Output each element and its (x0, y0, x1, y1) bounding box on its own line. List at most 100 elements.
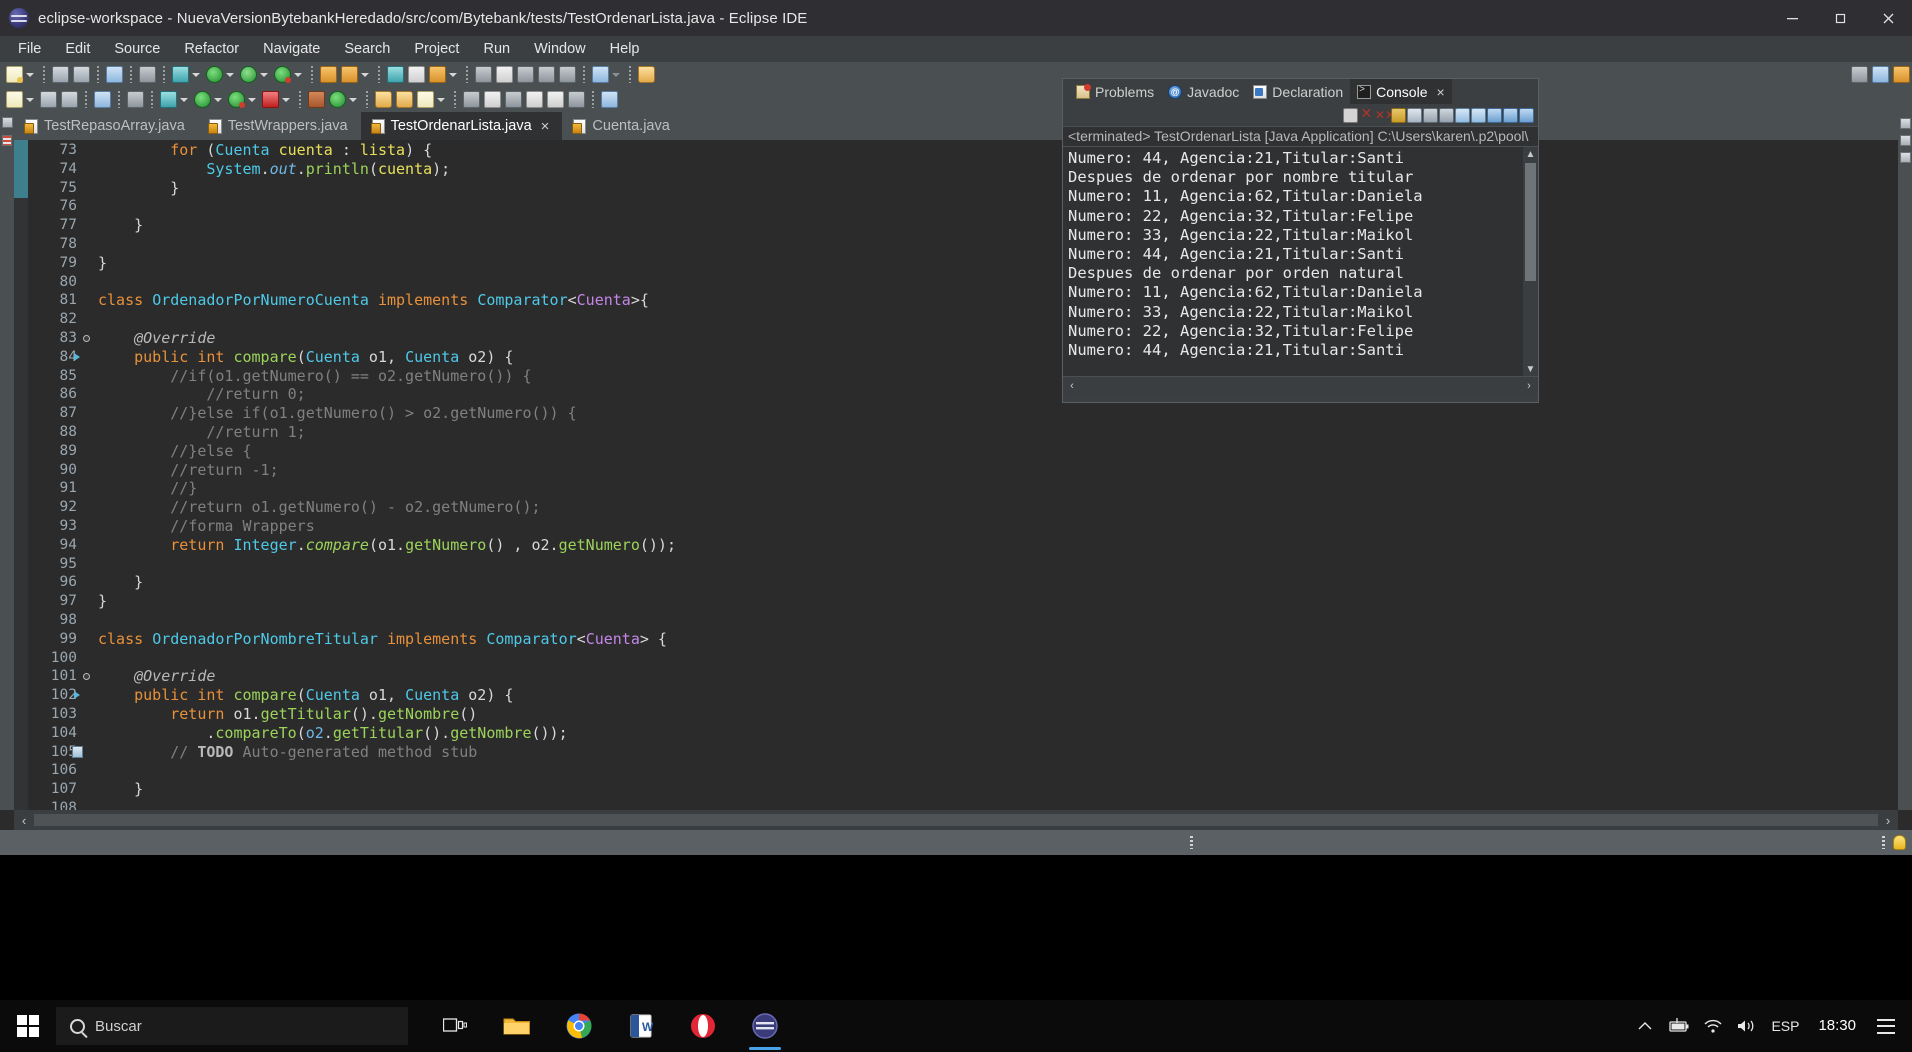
cloud-icon[interactable] (484, 91, 501, 108)
toolbar-new-annotation[interactable] (339, 64, 373, 86)
open-type-icon[interactable] (387, 66, 404, 83)
print-icon[interactable] (106, 66, 123, 83)
menu-help[interactable]: Help (598, 38, 652, 60)
console-output-area[interactable]: Numero: 44, Agencia:21,Titular:Santi Desp… (1063, 146, 1538, 376)
toolbar-edit[interactable] (427, 64, 461, 86)
console-vertical-scrollbar[interactable]: ▲ ▼ (1523, 147, 1538, 376)
word-wrap-icon[interactable] (1423, 107, 1438, 123)
save-all-icon[interactable] (73, 66, 90, 83)
menu-run[interactable]: Run (471, 38, 522, 60)
perspective-icon[interactable] (601, 91, 618, 108)
toolbar2-new-file[interactable] (4, 89, 38, 111)
editor-tab-testrepasoarray[interactable]: TestRepasoArray.java (14, 112, 198, 140)
chevron-down-icon[interactable] (437, 97, 445, 102)
close-icon[interactable]: × (541, 119, 550, 134)
toolbar2-terminate[interactable] (260, 89, 294, 111)
chevron-down-icon[interactable] (226, 72, 234, 77)
toolbar2-external-tools[interactable] (226, 89, 260, 111)
print-doc-icon[interactable] (94, 91, 111, 108)
scroll-left-button[interactable]: ‹ (14, 810, 34, 830)
editor-tab-testordenarlista[interactable]: TestOrdenarLista.java × (360, 112, 563, 140)
scroll-lock-icon[interactable] (1407, 107, 1422, 123)
previous-annotation-icon[interactable] (517, 66, 534, 83)
close-icon[interactable]: × (1437, 84, 1445, 100)
link-icon[interactable] (505, 91, 522, 108)
save-icon[interactable] (52, 66, 69, 83)
view-tab-declaration[interactable]: Declaration (1246, 79, 1350, 104)
menu-file[interactable]: File (6, 38, 53, 60)
menu-refactor[interactable]: Refactor (172, 38, 251, 60)
chevron-down-icon[interactable] (349, 97, 357, 102)
chevron-down-icon[interactable] (294, 72, 302, 77)
remove-all-terminated-icon[interactable]: ✕✕ (1375, 108, 1395, 123)
taskbar-search-box[interactable]: Buscar (56, 1007, 408, 1045)
toolbar-coverage[interactable] (272, 64, 306, 86)
scroll-left-button[interactable]: ‹ (1065, 380, 1079, 392)
network-icon[interactable] (1696, 1000, 1730, 1052)
java-perspective-icon[interactable] (1893, 66, 1910, 83)
toolbar2-edit-pencil[interactable] (415, 89, 449, 111)
save-all-doc-icon[interactable] (61, 91, 78, 108)
menu-window[interactable]: Window (522, 38, 598, 60)
menu-search[interactable]: Search (332, 38, 402, 60)
taskbar-chrome-button[interactable] (548, 1000, 610, 1052)
toolbar-run[interactable] (204, 64, 238, 86)
view-tab-javadoc[interactable]: @ Javadoc (1161, 79, 1246, 104)
skip-breakpoints-icon[interactable] (475, 66, 492, 83)
scrollbar-thumb[interactable] (34, 814, 1878, 826)
menu-project[interactable]: Project (402, 38, 471, 60)
save-doc-icon[interactable] (40, 91, 57, 108)
chevron-down-icon[interactable] (361, 72, 369, 77)
toolbar2-debug[interactable] (158, 89, 192, 111)
chevron-down-icon[interactable] (248, 97, 256, 102)
taskbar-clock[interactable]: 18:30 (1806, 1017, 1868, 1035)
scroll-right-button[interactable]: › (1878, 810, 1898, 830)
chevron-down-icon[interactable] (26, 72, 34, 77)
next-annotation-icon[interactable] (496, 66, 513, 83)
show-hidden-icons-icon[interactable] (1628, 1000, 1662, 1052)
maximize-icon[interactable] (1519, 107, 1534, 123)
display-selected-console-icon[interactable] (1455, 107, 1470, 123)
status-drag-handle[interactable] (1190, 836, 1193, 849)
task-list-icon[interactable] (1899, 135, 1911, 146)
new-class-icon[interactable] (320, 66, 337, 83)
chevron-down-icon[interactable] (214, 97, 222, 102)
skip-all-breakpoints-icon[interactable] (463, 91, 480, 108)
toolbar2-run[interactable] (192, 89, 226, 111)
pin-console-icon[interactable] (1439, 107, 1454, 123)
start-button[interactable] (0, 1000, 56, 1052)
clear-console-icon[interactable] (1391, 107, 1406, 123)
menu-source[interactable]: Source (102, 38, 172, 60)
remove-launch-icon[interactable]: ✕ (1359, 107, 1374, 123)
minimize-icon[interactable] (1503, 107, 1518, 123)
chevron-down-icon[interactable] (282, 97, 290, 102)
chevron-down-icon[interactable] (612, 72, 620, 77)
taskbar-word-button[interactable]: W (610, 1000, 672, 1052)
open-perspective-icon[interactable] (1872, 66, 1889, 83)
last-edit-location-icon[interactable] (538, 66, 555, 83)
battery-icon[interactable] (1662, 1000, 1696, 1052)
notifications-button[interactable] (1868, 1000, 1904, 1052)
scrollbar-thumb[interactable] (1525, 163, 1536, 281)
code-content[interactable]: 73 for (Cuenta cuenta : lista) {74 Syste… (28, 140, 1912, 810)
editor-tab-testwrappers[interactable]: TestWrappers.java (197, 112, 361, 140)
toolbar2-refresh[interactable] (327, 89, 361, 111)
toolbar-forward[interactable] (590, 64, 624, 86)
outline-view-icon[interactable] (1899, 118, 1911, 129)
terminate-icon[interactable] (1343, 107, 1358, 123)
taskbar-task-view-button[interactable] (424, 1000, 486, 1052)
search-icon[interactable] (1851, 66, 1868, 83)
editor-annotation-ruler[interactable] (14, 140, 28, 810)
console-horizontal-scrollbar[interactable]: ‹ › (1063, 376, 1538, 394)
open-folder2-icon[interactable] (396, 91, 413, 108)
status-drag-handle[interactable] (1882, 836, 1885, 849)
view-tab-problems[interactable]: Problems (1069, 79, 1161, 104)
volume-icon[interactable] (1730, 1000, 1764, 1052)
view-tab-console[interactable]: Console × (1350, 79, 1452, 104)
minimize-button[interactable] (1768, 0, 1816, 36)
taskbar-file-explorer-button[interactable] (486, 1000, 548, 1052)
chevron-down-icon[interactable] (180, 97, 188, 102)
close-button[interactable] (1864, 0, 1912, 36)
new-java-project-icon[interactable] (139, 66, 156, 83)
taskbar-eclipse-button[interactable] (734, 1000, 796, 1052)
